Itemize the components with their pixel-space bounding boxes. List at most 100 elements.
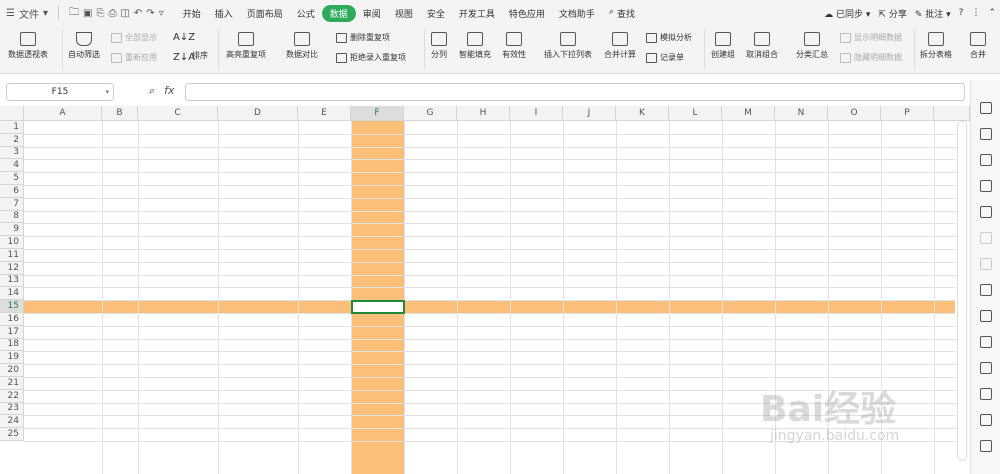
tab-7[interactable]: 安全	[420, 7, 452, 20]
annotate-button[interactable]: ✎ 批注 ▾	[915, 7, 951, 20]
fx-icon[interactable]: fx	[164, 84, 174, 98]
pivot-table-button[interactable]: 数据透视表	[8, 32, 48, 60]
more-options-icon[interactable]: ⋮	[971, 8, 980, 18]
redo-icon[interactable]: ↷	[146, 8, 154, 19]
shapes-icon[interactable]	[980, 128, 992, 140]
column-header-F[interactable]: F	[351, 106, 404, 121]
print-icon[interactable]: ⎙	[108, 8, 116, 19]
column-header-P[interactable]: P	[881, 106, 934, 121]
backup-icon[interactable]	[980, 284, 992, 296]
export-icon[interactable]: ⎘	[96, 8, 104, 19]
column-header-A[interactable]: A	[24, 106, 102, 121]
save-icon[interactable]: ▣	[83, 8, 92, 19]
column-header-N[interactable]: N	[775, 106, 828, 121]
split-table-button[interactable]: 拆分表格	[920, 32, 952, 60]
what-if-button[interactable]: 模拟分析	[646, 32, 692, 43]
consolidate-button[interactable]: 合并计算	[604, 32, 636, 60]
column-header-H[interactable]: H	[457, 106, 510, 121]
row-header-16[interactable]: 16	[0, 313, 24, 326]
column-header-O[interactable]: O	[828, 106, 881, 121]
tab-0[interactable]: 开始	[176, 7, 208, 20]
show-detail-button[interactable]: 显示明细数据	[840, 32, 902, 43]
column-header-B[interactable]: B	[102, 106, 138, 121]
row-header-12[interactable]: 12	[0, 261, 24, 275]
record-form-button[interactable]: 记录单	[646, 52, 684, 63]
sort-asc-button[interactable]: A↓Z	[173, 32, 195, 43]
row-header-5[interactable]: 5	[0, 172, 24, 185]
shield-icon[interactable]	[980, 388, 992, 400]
column-header-C[interactable]: C	[138, 106, 218, 121]
row-header-10[interactable]: 10	[0, 236, 24, 249]
row-header-8[interactable]: 8	[0, 210, 24, 224]
format-icon[interactable]	[980, 258, 992, 270]
styles-icon[interactable]	[980, 154, 992, 166]
row-header-22[interactable]: 22	[0, 389, 24, 403]
filter-icon[interactable]	[980, 232, 992, 244]
column-header-G[interactable]: G	[404, 106, 457, 121]
settings-icon[interactable]	[980, 440, 992, 452]
zoom-icon[interactable]: ⌕	[148, 84, 154, 98]
file-menu[interactable]: ☰ 文件 ▾	[0, 6, 54, 21]
formula-input[interactable]	[185, 83, 965, 101]
row-header-15[interactable]: 15	[0, 300, 24, 313]
sync-button[interactable]: ☁ 已同步 ▾	[824, 7, 870, 20]
tab-2[interactable]: 页面布局	[240, 7, 290, 20]
validity-button[interactable]: 有效性	[502, 32, 526, 60]
row-header-2[interactable]: 2	[0, 133, 24, 147]
smart-fill-button[interactable]: 智能填充	[459, 32, 491, 60]
name-box[interactable]: F15 ▾	[6, 83, 114, 101]
column-header-I[interactable]: I	[510, 106, 563, 121]
tab-4[interactable]: 数据	[321, 4, 356, 22]
column-header-M[interactable]: M	[722, 106, 775, 121]
column-header-E[interactable]: E	[298, 106, 351, 121]
column-header-J[interactable]: J	[563, 106, 616, 121]
remove-duplicates-button[interactable]: 删除重复项	[336, 32, 390, 43]
chart-icon[interactable]	[980, 206, 992, 218]
cursor-icon[interactable]	[980, 102, 992, 114]
row-header-11[interactable]: 11	[0, 249, 24, 262]
row-header-21[interactable]: 21	[0, 377, 24, 390]
sort-button[interactable]: 排序	[192, 50, 208, 61]
row-header-9[interactable]: 9	[0, 223, 24, 237]
reject-duplicates-button[interactable]: 拒绝录入重复项	[336, 52, 406, 63]
row-header-23[interactable]: 23	[0, 402, 24, 416]
highlight-duplicates-button[interactable]: 高亮重复项	[226, 32, 266, 60]
insert-dropdown-button[interactable]: 插入下拉列表	[544, 32, 592, 60]
row-header-17[interactable]: 17	[0, 325, 24, 339]
row-header-6[interactable]: 6	[0, 185, 24, 198]
archive-icon[interactable]	[980, 336, 992, 348]
row-header-19[interactable]: 19	[0, 351, 24, 365]
print-preview-icon[interactable]: ◫	[120, 8, 129, 19]
row-header-20[interactable]: 20	[0, 364, 24, 377]
row-header-1[interactable]: 1	[0, 121, 24, 134]
merge-button[interactable]: 合并	[970, 32, 986, 60]
row-header-14[interactable]: 14	[0, 287, 24, 301]
show-all-button[interactable]: 全部显示	[111, 32, 157, 43]
tab-5[interactable]: 审阅	[356, 7, 388, 20]
history-icon[interactable]	[980, 414, 992, 426]
tab-8[interactable]: 开发工具	[452, 7, 502, 20]
column-header-K[interactable]: K	[616, 106, 669, 121]
autofilter-button[interactable]: 自动筛选	[68, 32, 100, 60]
row-header-3[interactable]: 3	[0, 146, 24, 160]
tab-9[interactable]: 特色应用	[502, 7, 552, 20]
row-header-4[interactable]: 4	[0, 159, 24, 173]
tab-6[interactable]: 视图	[388, 7, 420, 20]
hide-detail-button[interactable]: 隐藏明细数据	[840, 52, 902, 63]
row-header-7[interactable]: 7	[0, 197, 24, 211]
reapply-button[interactable]: 重新应用	[111, 52, 157, 63]
search-button[interactable]: ⌕ 查找	[602, 7, 642, 20]
ungroup-button[interactable]: 取消组合	[746, 32, 778, 60]
active-cell[interactable]	[351, 300, 405, 314]
help-icon[interactable]: ?	[959, 8, 964, 18]
tab-1[interactable]: 插入	[208, 7, 240, 20]
share-button[interactable]: ⇱ 分享	[878, 7, 906, 20]
open-folder-icon[interactable]: 🗀	[69, 5, 79, 22]
subtotal-button[interactable]: 分类汇总	[796, 32, 828, 60]
column-header-D[interactable]: D	[218, 106, 298, 121]
tab-10[interactable]: 文档助手	[552, 7, 602, 20]
table-icon[interactable]	[980, 180, 992, 192]
create-group-button[interactable]: 创建组	[711, 32, 735, 60]
split-column-button[interactable]: 分列	[431, 32, 447, 60]
collapse-icon[interactable]: ⌃	[988, 8, 996, 18]
